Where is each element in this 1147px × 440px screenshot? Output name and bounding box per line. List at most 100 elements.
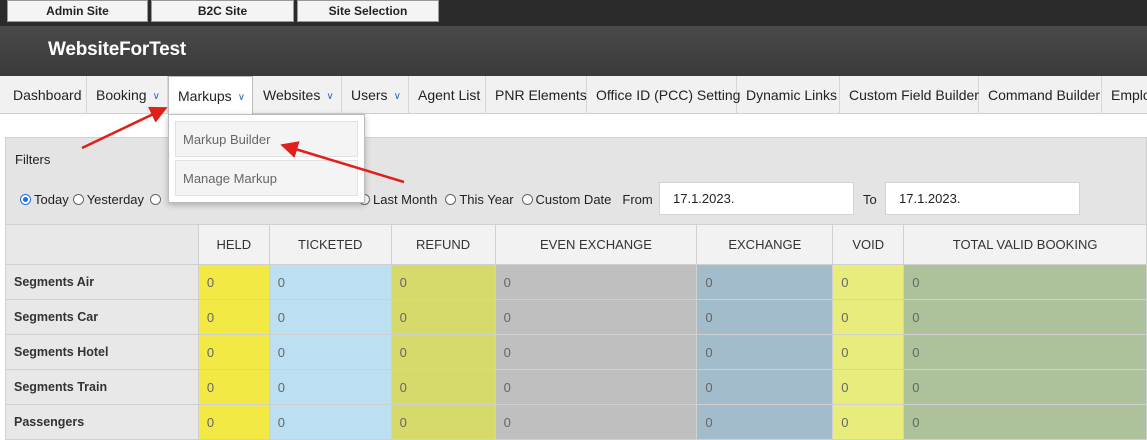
nav-item-label: Users [351,87,388,103]
nav-item-agent-list[interactable]: Agent List [409,76,486,114]
table-cell: 0 [494,264,698,300]
table-cell: 0 [197,334,270,370]
column-header: REFUND [390,224,496,265]
table-cell: 0 [197,369,270,405]
table-cell: 0 [903,404,1147,440]
table-cell: 0 [197,404,270,440]
nav-item-markups[interactable]: Markups ∨ [168,76,253,115]
booking-stats-table: HELD TICKETED REFUND EVEN EXCHANGE EXCHA… [5,224,1147,440]
radio-label-yesterday: Yesterday [86,191,145,207]
chevron-down-icon: ∨ [152,90,160,102]
site-selection-bar: Admin Site B2C Site Site Selection [0,0,1147,26]
column-header: TICKETED [268,224,392,265]
nav-item-label: Custom Field Builder [849,87,979,103]
radio-yesterday[interactable] [72,193,84,205]
app-header: WebsiteForTest [0,26,1147,76]
table-cell: 0 [696,264,834,300]
table-cell: 0 [390,334,496,370]
nav-item-label: PNR Elements [495,87,587,103]
nav-item-label: Dashboard [13,87,82,103]
table-row: Segments Train 0 0 0 0 0 0 0 [5,369,1147,405]
row-label: Segments Air [5,264,199,300]
table-cell: 0 [832,334,905,370]
table-cell: 0 [903,299,1147,335]
table-cell: 0 [390,264,496,300]
column-header: EVEN EXCHANGE [494,224,698,265]
filters-heading: Filters [15,152,51,167]
nav-item-users[interactable]: Users ∨ [342,76,409,114]
radio-today[interactable] [20,193,31,205]
table-cell: 0 [197,299,270,335]
table-cell: 0 [696,334,834,370]
table-cell: 0 [494,404,698,440]
nav-item-dashboard[interactable]: Dashboard [4,76,87,114]
column-header: TOTAL VALID BOOKING [903,224,1147,265]
table-cell: 0 [390,299,496,335]
nav-item-websites[interactable]: Websites ∨ [254,76,342,114]
nav-item-label: Command Builder [988,87,1101,103]
row-label: Segments Hotel [5,334,199,370]
nav-item-label: Dynamic Links [746,87,838,103]
to-label-wrap: To [863,183,877,215]
radio-label-today: Today [34,191,69,207]
table-cell: 0 [268,299,392,335]
column-header: HELD [197,224,270,265]
table-cell: 0 [903,334,1147,370]
to-date-input[interactable]: 17.1.2023. [885,182,1080,215]
markups-dropdown-menu: Markup Builder Manage Markup [168,114,365,203]
nav-item-booking[interactable]: Booking ∨ [87,76,168,114]
table-cell: 0 [832,299,905,335]
table-corner-cell [5,224,199,265]
site-selection-button[interactable]: Site Selection [297,0,439,22]
radio-this-year[interactable] [445,193,457,205]
from-label: From [622,191,653,207]
table-cell: 0 [903,264,1147,300]
b2c-site-button[interactable]: B2C Site [151,0,294,22]
chevron-down-icon: ∨ [237,91,246,103]
nav-item-label: Markups [178,88,232,104]
table-row: Segments Air 0 0 0 0 0 0 0 [5,264,1147,300]
column-header: EXCHANGE [696,224,834,265]
nav-item-label: Websites [263,87,321,103]
table-cell: 0 [696,404,834,440]
nav-item-office-id-setting[interactable]: Office ID (PCC) Setting [587,76,741,114]
radio-label-custom-date: Custom Date [535,191,612,207]
brand-title[interactable]: WebsiteForTest [48,39,186,61]
table-cell: 0 [268,369,392,405]
radio-label-this-year: This Year [459,191,514,207]
table-cell: 0 [268,334,392,370]
table-cell: 0 [903,369,1147,405]
table-cell: 0 [390,369,496,405]
table-cell: 0 [494,299,698,335]
nav-item-dynamic-links[interactable]: Dynamic Links [737,76,840,114]
chevron-down-icon: ∨ [393,90,401,102]
table-cell: 0 [268,264,392,300]
from-date-input[interactable]: 17.1.2023. [659,182,854,215]
nav-item-label: Emplo [1111,87,1147,103]
menu-item-markup-builder[interactable]: Markup Builder [175,121,358,157]
nav-item-label: Booking [96,87,147,103]
nav-item-employees[interactable]: Emplo [1102,76,1147,114]
period-radio-group-right: Last Month This Year Custom Date From [359,183,653,215]
row-label: Segments Car [5,299,199,335]
table-cell: 0 [696,369,834,405]
to-label: To [863,191,877,207]
nav-item-pnr-elements[interactable]: PNR Elements [486,76,587,114]
radio-hidden[interactable] [150,193,162,205]
menu-item-manage-markup[interactable]: Manage Markup [175,160,358,196]
table-row: Segments Car 0 0 0 0 0 0 0 [5,299,1147,335]
admin-site-button[interactable]: Admin Site [7,0,148,22]
column-header: VOID [832,224,905,265]
table-cell: 0 [696,299,834,335]
nav-item-command-builder[interactable]: Command Builder [979,76,1102,114]
row-label: Passengers [5,404,199,440]
table-header-row: HELD TICKETED REFUND EVEN EXCHANGE EXCHA… [5,224,1147,265]
row-label: Segments Train [5,369,199,405]
table-cell: 0 [494,334,698,370]
table-cell: 0 [832,264,905,300]
nav-item-label: Office ID (PCC) Setting [596,87,741,103]
radio-custom-date[interactable] [521,193,533,205]
period-radio-group: Today Yesterday [20,183,164,215]
nav-item-custom-field-builder[interactable]: Custom Field Builder [840,76,979,114]
table-cell: 0 [832,404,905,440]
